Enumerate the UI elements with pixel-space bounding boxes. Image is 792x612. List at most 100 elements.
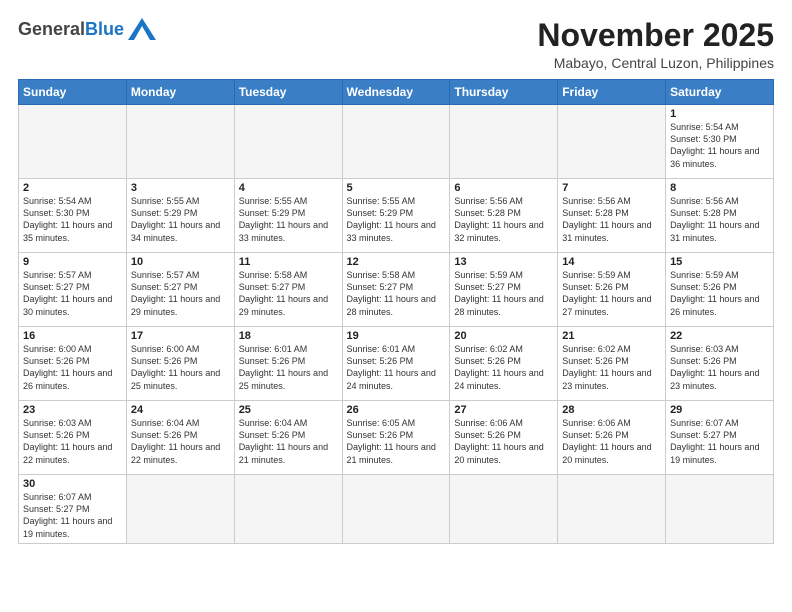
day-cell: 29Sunrise: 6:07 AM Sunset: 5:27 PM Dayli… [666,401,774,475]
day-number: 26 [347,404,446,416]
logo-icon [128,18,156,40]
day-info: Sunrise: 5:59 AM Sunset: 5:27 PM Dayligh… [454,269,553,318]
day-cell: 30Sunrise: 6:07 AM Sunset: 5:27 PM Dayli… [19,475,127,544]
col-header-friday: Friday [558,80,666,105]
week-row-0: 1Sunrise: 5:54 AM Sunset: 5:30 PM Daylig… [19,105,774,179]
day-cell: 8Sunrise: 5:56 AM Sunset: 5:28 PM Daylig… [666,179,774,253]
day-info: Sunrise: 5:56 AM Sunset: 5:28 PM Dayligh… [670,195,769,244]
day-cell: 7Sunrise: 5:56 AM Sunset: 5:28 PM Daylig… [558,179,666,253]
day-cell: 17Sunrise: 6:00 AM Sunset: 5:26 PM Dayli… [126,327,234,401]
day-cell: 13Sunrise: 5:59 AM Sunset: 5:27 PM Dayli… [450,253,558,327]
day-cell: 4Sunrise: 5:55 AM Sunset: 5:29 PM Daylig… [234,179,342,253]
day-info: Sunrise: 6:00 AM Sunset: 5:26 PM Dayligh… [131,343,230,392]
day-cell [126,105,234,179]
day-info: Sunrise: 5:56 AM Sunset: 5:28 PM Dayligh… [562,195,661,244]
day-info: Sunrise: 6:00 AM Sunset: 5:26 PM Dayligh… [23,343,122,392]
day-info: Sunrise: 5:55 AM Sunset: 5:29 PM Dayligh… [131,195,230,244]
day-info: Sunrise: 6:07 AM Sunset: 5:27 PM Dayligh… [23,491,122,540]
day-cell: 16Sunrise: 6:00 AM Sunset: 5:26 PM Dayli… [19,327,127,401]
day-number: 28 [562,404,661,416]
day-number: 9 [23,256,122,268]
day-cell: 25Sunrise: 6:04 AM Sunset: 5:26 PM Dayli… [234,401,342,475]
day-cell: 27Sunrise: 6:06 AM Sunset: 5:26 PM Dayli… [450,401,558,475]
day-info: Sunrise: 6:03 AM Sunset: 5:26 PM Dayligh… [670,343,769,392]
day-info: Sunrise: 5:58 AM Sunset: 5:27 PM Dayligh… [239,269,338,318]
day-cell: 23Sunrise: 6:03 AM Sunset: 5:26 PM Dayli… [19,401,127,475]
month-title: November 2025 [537,18,774,53]
day-number: 18 [239,330,338,342]
day-cell [558,475,666,544]
day-cell: 2Sunrise: 5:54 AM Sunset: 5:30 PM Daylig… [19,179,127,253]
day-info: Sunrise: 6:06 AM Sunset: 5:26 PM Dayligh… [562,417,661,466]
day-cell: 19Sunrise: 6:01 AM Sunset: 5:26 PM Dayli… [342,327,450,401]
day-number: 13 [454,256,553,268]
day-number: 15 [670,256,769,268]
day-number: 1 [670,108,769,120]
day-info: Sunrise: 6:02 AM Sunset: 5:26 PM Dayligh… [454,343,553,392]
day-cell: 26Sunrise: 6:05 AM Sunset: 5:26 PM Dayli… [342,401,450,475]
day-cell: 11Sunrise: 5:58 AM Sunset: 5:27 PM Dayli… [234,253,342,327]
day-info: Sunrise: 6:04 AM Sunset: 5:26 PM Dayligh… [131,417,230,466]
page: General Blue November 2025 Mabayo, Centr… [0,0,792,554]
day-info: Sunrise: 5:58 AM Sunset: 5:27 PM Dayligh… [347,269,446,318]
day-cell [342,475,450,544]
day-info: Sunrise: 5:55 AM Sunset: 5:29 PM Dayligh… [347,195,446,244]
day-number: 5 [347,182,446,194]
day-cell [450,105,558,179]
day-cell: 18Sunrise: 6:01 AM Sunset: 5:26 PM Dayli… [234,327,342,401]
col-header-wednesday: Wednesday [342,80,450,105]
day-cell [234,105,342,179]
day-cell: 1Sunrise: 5:54 AM Sunset: 5:30 PM Daylig… [666,105,774,179]
day-info: Sunrise: 6:01 AM Sunset: 5:26 PM Dayligh… [239,343,338,392]
week-row-3: 16Sunrise: 6:00 AM Sunset: 5:26 PM Dayli… [19,327,774,401]
day-cell: 5Sunrise: 5:55 AM Sunset: 5:29 PM Daylig… [342,179,450,253]
day-cell: 20Sunrise: 6:02 AM Sunset: 5:26 PM Dayli… [450,327,558,401]
day-number: 12 [347,256,446,268]
calendar: SundayMondayTuesdayWednesdayThursdayFrid… [18,79,774,544]
day-cell: 9Sunrise: 5:57 AM Sunset: 5:27 PM Daylig… [19,253,127,327]
col-header-thursday: Thursday [450,80,558,105]
day-info: Sunrise: 5:55 AM Sunset: 5:29 PM Dayligh… [239,195,338,244]
day-info: Sunrise: 6:02 AM Sunset: 5:26 PM Dayligh… [562,343,661,392]
col-header-sunday: Sunday [19,80,127,105]
logo-text: General Blue [18,18,156,40]
day-cell [450,475,558,544]
day-number: 2 [23,182,122,194]
day-cell [558,105,666,179]
day-number: 19 [347,330,446,342]
day-number: 4 [239,182,338,194]
header: General Blue November 2025 Mabayo, Centr… [18,18,774,71]
day-info: Sunrise: 5:59 AM Sunset: 5:26 PM Dayligh… [670,269,769,318]
day-cell [19,105,127,179]
day-info: Sunrise: 5:59 AM Sunset: 5:26 PM Dayligh… [562,269,661,318]
day-cell: 24Sunrise: 6:04 AM Sunset: 5:26 PM Dayli… [126,401,234,475]
logo: General Blue [18,18,156,40]
calendar-header-row: SundayMondayTuesdayWednesdayThursdayFrid… [19,80,774,105]
day-number: 16 [23,330,122,342]
day-cell [234,475,342,544]
day-info: Sunrise: 5:54 AM Sunset: 5:30 PM Dayligh… [23,195,122,244]
day-info: Sunrise: 6:05 AM Sunset: 5:26 PM Dayligh… [347,417,446,466]
day-number: 23 [23,404,122,416]
day-info: Sunrise: 5:56 AM Sunset: 5:28 PM Dayligh… [454,195,553,244]
day-cell [342,105,450,179]
col-header-saturday: Saturday [666,80,774,105]
day-number: 25 [239,404,338,416]
day-info: Sunrise: 6:03 AM Sunset: 5:26 PM Dayligh… [23,417,122,466]
day-info: Sunrise: 6:01 AM Sunset: 5:26 PM Dayligh… [347,343,446,392]
day-info: Sunrise: 6:07 AM Sunset: 5:27 PM Dayligh… [670,417,769,466]
day-number: 24 [131,404,230,416]
day-number: 30 [23,478,122,490]
day-info: Sunrise: 6:06 AM Sunset: 5:26 PM Dayligh… [454,417,553,466]
day-info: Sunrise: 5:57 AM Sunset: 5:27 PM Dayligh… [131,269,230,318]
title-block: November 2025 Mabayo, Central Luzon, Phi… [537,18,774,71]
day-cell [666,475,774,544]
day-info: Sunrise: 5:54 AM Sunset: 5:30 PM Dayligh… [670,121,769,170]
col-header-monday: Monday [126,80,234,105]
day-cell: 3Sunrise: 5:55 AM Sunset: 5:29 PM Daylig… [126,179,234,253]
day-cell: 10Sunrise: 5:57 AM Sunset: 5:27 PM Dayli… [126,253,234,327]
day-number: 7 [562,182,661,194]
week-row-1: 2Sunrise: 5:54 AM Sunset: 5:30 PM Daylig… [19,179,774,253]
day-number: 6 [454,182,553,194]
day-number: 11 [239,256,338,268]
